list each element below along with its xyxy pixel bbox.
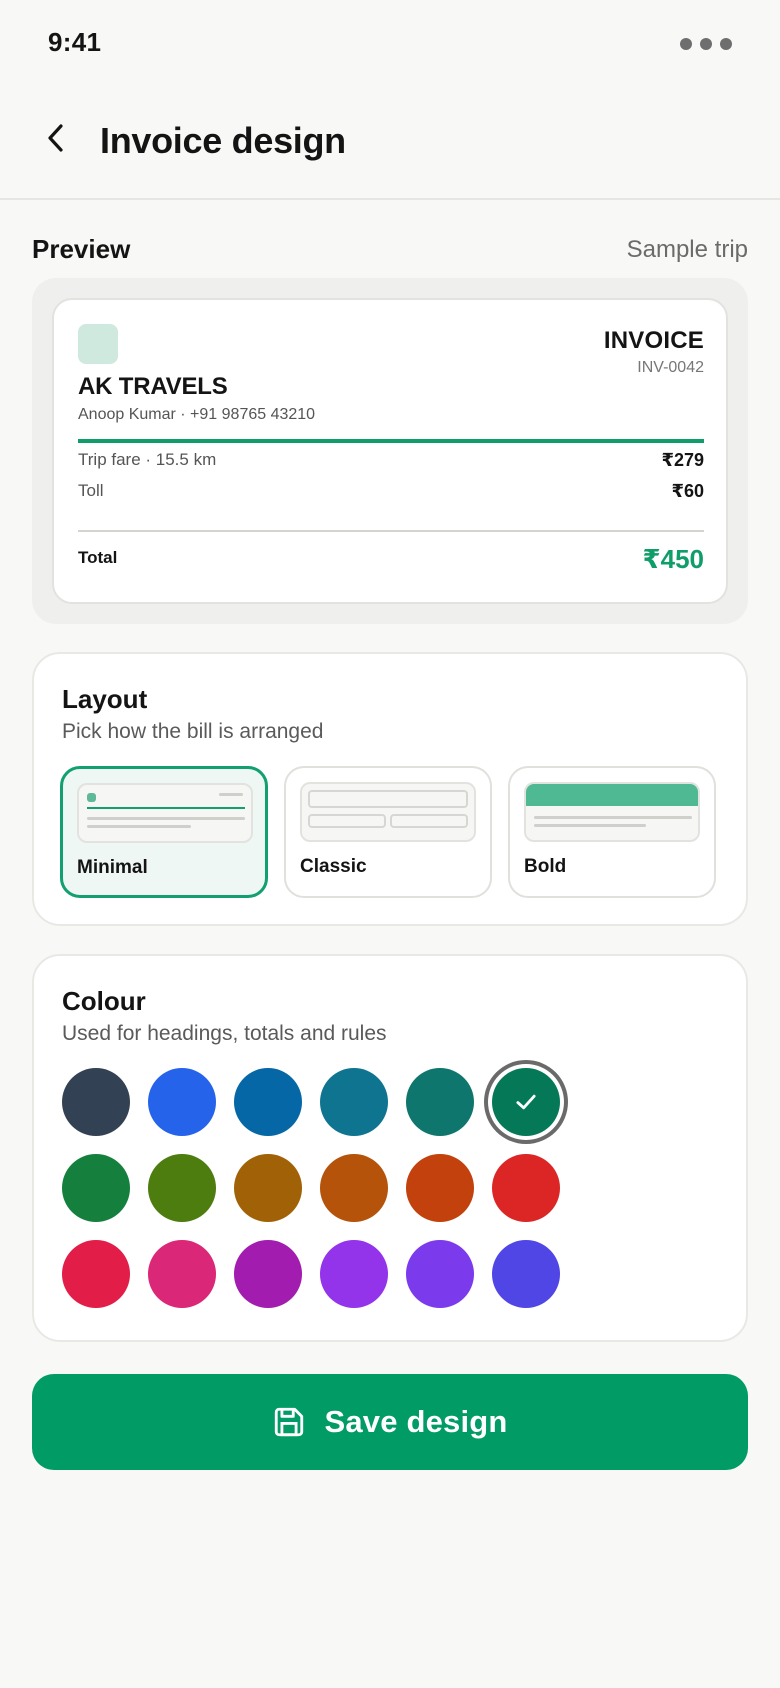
thumb-box xyxy=(390,814,468,828)
app-header: Invoice design xyxy=(0,90,780,200)
thumb-line xyxy=(534,816,692,819)
page-title: Invoice design xyxy=(100,120,346,161)
colour-swatch[interactable] xyxy=(62,1154,130,1222)
line-item-value: ₹60 xyxy=(671,481,704,501)
colour-swatch[interactable] xyxy=(406,1068,474,1136)
colour-swatch[interactable] xyxy=(148,1240,216,1308)
thumb-line xyxy=(87,825,191,828)
preview-heading: Preview xyxy=(32,234,131,264)
company-contact: Anoop Kumar · +91 98765 43210 xyxy=(78,406,316,423)
more-dot xyxy=(720,38,732,50)
invoice-number: INV-0042 xyxy=(637,359,704,376)
save-icon xyxy=(275,1407,304,1437)
layout-option-label: Bold xyxy=(524,856,567,877)
back-button[interactable] xyxy=(36,118,76,158)
chevron-left-icon xyxy=(48,124,63,152)
more-dot xyxy=(680,38,692,50)
status-time: 9:41 xyxy=(48,27,102,57)
total-divider xyxy=(78,530,704,532)
colour-card: Colour Used for headings, totals and rul… xyxy=(32,954,748,1342)
sample-trip-label: Sample trip xyxy=(626,236,748,263)
colour-swatch[interactable] xyxy=(148,1068,216,1136)
layout-option-classic[interactable]: Classic xyxy=(284,766,492,898)
colour-swatch[interactable] xyxy=(234,1240,302,1308)
colour-swatch[interactable] xyxy=(492,1240,560,1308)
thumb-line xyxy=(219,793,243,796)
thumb-band xyxy=(526,784,698,806)
colour-swatch[interactable] xyxy=(62,1240,130,1308)
thumb-box xyxy=(308,790,468,808)
minimal-layout-thumbnail xyxy=(77,783,253,843)
thumb-line xyxy=(87,817,245,820)
status-bar: 9:41 xyxy=(0,0,780,90)
preview-frame: AK TRAVELS Anoop Kumar · +91 98765 43210… xyxy=(32,278,748,624)
accent-rule xyxy=(78,439,704,443)
thumb-line xyxy=(534,824,646,827)
layout-option-minimal[interactable]: Minimal xyxy=(60,766,268,898)
colour-swatch[interactable] xyxy=(406,1240,474,1308)
save-button-label: Save design xyxy=(324,1404,508,1439)
more-icon[interactable] xyxy=(680,38,732,50)
line-item-label: Toll xyxy=(78,481,104,500)
layout-option-label: Classic xyxy=(300,856,367,877)
colour-swatch[interactable] xyxy=(234,1068,302,1136)
colour-swatch[interactable] xyxy=(62,1068,130,1136)
colour-swatch[interactable] xyxy=(406,1154,474,1222)
thumb-box xyxy=(308,814,386,828)
invoice-preview: AK TRAVELS Anoop Kumar · +91 98765 43210… xyxy=(52,298,728,604)
colour-swatch[interactable] xyxy=(492,1068,560,1136)
layout-option-label: Minimal xyxy=(77,857,148,878)
colour-title: Colour xyxy=(62,986,146,1016)
bold-layout-thumbnail xyxy=(524,782,700,842)
more-dot xyxy=(700,38,712,50)
layout-option-bold[interactable]: Bold xyxy=(508,766,716,898)
colour-swatch[interactable] xyxy=(234,1154,302,1222)
thumb-rule xyxy=(87,807,245,809)
colour-swatch[interactable] xyxy=(320,1068,388,1136)
colour-swatch[interactable] xyxy=(492,1154,560,1222)
company-name: AK TRAVELS xyxy=(78,373,228,400)
layout-title: Layout xyxy=(62,684,148,714)
total-label: Total xyxy=(78,548,118,567)
line-item-label: Trip fare · 15.5 km xyxy=(78,450,217,469)
colour-swatch[interactable] xyxy=(148,1154,216,1222)
colour-swatch[interactable] xyxy=(320,1240,388,1308)
total-value: ₹450 xyxy=(642,544,704,574)
colour-subtitle: Used for headings, totals and rules xyxy=(62,1022,387,1045)
save-design-button[interactable]: Save design xyxy=(32,1374,748,1470)
layout-card: Layout Pick how the bill is arranged Min… xyxy=(32,652,748,926)
colour-swatch[interactable] xyxy=(320,1154,388,1222)
company-logo-placeholder xyxy=(78,324,118,364)
thumb-logo xyxy=(87,793,96,802)
layout-subtitle: Pick how the bill is arranged xyxy=(62,720,324,743)
check-icon xyxy=(516,1094,536,1110)
classic-layout-thumbnail xyxy=(300,782,476,842)
line-item-value: ₹279 xyxy=(661,450,704,470)
invoice-title: INVOICE xyxy=(603,327,704,354)
